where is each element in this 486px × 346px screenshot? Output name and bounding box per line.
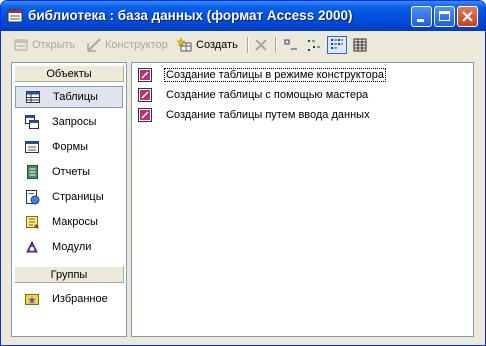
object-item-label: Таблицы [53, 91, 98, 103]
database-window: библиотека : база данных (формат Access … [0, 0, 486, 346]
designer-button[interactable]: Конструктор [86, 36, 168, 54]
minimize-button[interactable] [411, 6, 432, 27]
list-item-label: Создание таблицы путем ввода данных [166, 109, 370, 121]
form-icon [25, 141, 39, 153]
minimize-icon [417, 19, 424, 22]
list-icon [331, 39, 343, 49]
list-item-create-data-entry[interactable]: Создание таблицы путем ввода данных [137, 106, 371, 124]
create-shortcut-icon [138, 108, 152, 122]
delete-button[interactable] [253, 36, 269, 54]
toolbar-separator [247, 37, 249, 53]
small-icons-icon [308, 40, 320, 51]
large-icons-icon [284, 39, 297, 50]
object-item-modules[interactable]: Модули [15, 236, 123, 258]
object-item-label: Запросы [52, 116, 97, 128]
list-item-label: Создание таблицы с помощью мастера [166, 89, 369, 101]
query-icon [25, 115, 39, 129]
toolbar-separator [275, 37, 277, 53]
macro-icon [26, 216, 39, 229]
small-icons-view-button[interactable] [304, 36, 324, 54]
groups-header[interactable]: Группы [14, 266, 124, 283]
object-item-queries[interactable]: Запросы [15, 111, 123, 133]
maximize-button[interactable] [434, 6, 455, 27]
list-item-label: Создание таблицы в режиме конструктора [164, 68, 386, 82]
object-item-reports[interactable]: Отчеты [15, 161, 123, 183]
create-button[interactable]: Создать [177, 36, 238, 54]
items-list: Создание таблицы в режиме конструктора С… [131, 62, 474, 337]
object-item-label: Макросы [52, 216, 98, 228]
list-item-create-wizard[interactable]: Создание таблицы с помощью мастера [137, 86, 369, 104]
object-item-tables[interactable]: Таблицы [15, 86, 123, 108]
object-item-label: Страницы [52, 191, 104, 203]
designer-label: Конструктор [105, 39, 168, 51]
object-item-pages[interactable]: Страницы [15, 186, 123, 208]
toolbar: Открыть Конструктор Создать [1, 31, 485, 57]
list-view-button[interactable] [327, 36, 347, 54]
designer-icon [87, 38, 101, 52]
close-button[interactable] [457, 6, 478, 27]
create-label: Создать [196, 39, 238, 51]
maximize-icon [439, 11, 450, 21]
open-label: Открыть [32, 39, 76, 51]
close-icon [462, 11, 473, 22]
open-icon [14, 39, 28, 51]
large-icons-view-button[interactable] [281, 36, 301, 54]
details-view-button[interactable] [350, 36, 370, 54]
group-item-favorites[interactable]: Избранное [15, 288, 123, 310]
create-shortcut-icon [138, 88, 152, 102]
group-item-label: Избранное [52, 293, 108, 305]
object-item-label: Модули [52, 241, 92, 253]
object-item-label: Отчеты [52, 166, 91, 178]
create-shortcut-icon [138, 68, 152, 82]
window-title: библиотека : база данных (формат Access … [28, 8, 353, 23]
delete-icon [255, 39, 267, 51]
favorites-icon [25, 294, 39, 305]
database-icon [7, 9, 23, 23]
list-item-create-designer[interactable]: Создание таблицы в режиме конструктора [137, 66, 386, 84]
objects-header[interactable]: Объекты [14, 65, 124, 82]
open-button[interactable]: Открыть [13, 36, 75, 54]
module-icon [26, 240, 38, 253]
page-icon [26, 190, 40, 205]
object-item-label: Формы [52, 141, 89, 153]
object-item-forms[interactable]: Формы [15, 136, 123, 158]
objects-bar: Объекты Таблицы Запросы Формы Отчеты Стр… [11, 62, 127, 337]
report-icon [27, 165, 38, 179]
object-item-macros[interactable]: Макросы [15, 211, 123, 233]
title-bar[interactable]: библиотека : база данных (формат Access … [1, 1, 485, 31]
details-icon [353, 38, 367, 52]
create-icon [177, 37, 192, 52]
table-icon [26, 91, 40, 103]
